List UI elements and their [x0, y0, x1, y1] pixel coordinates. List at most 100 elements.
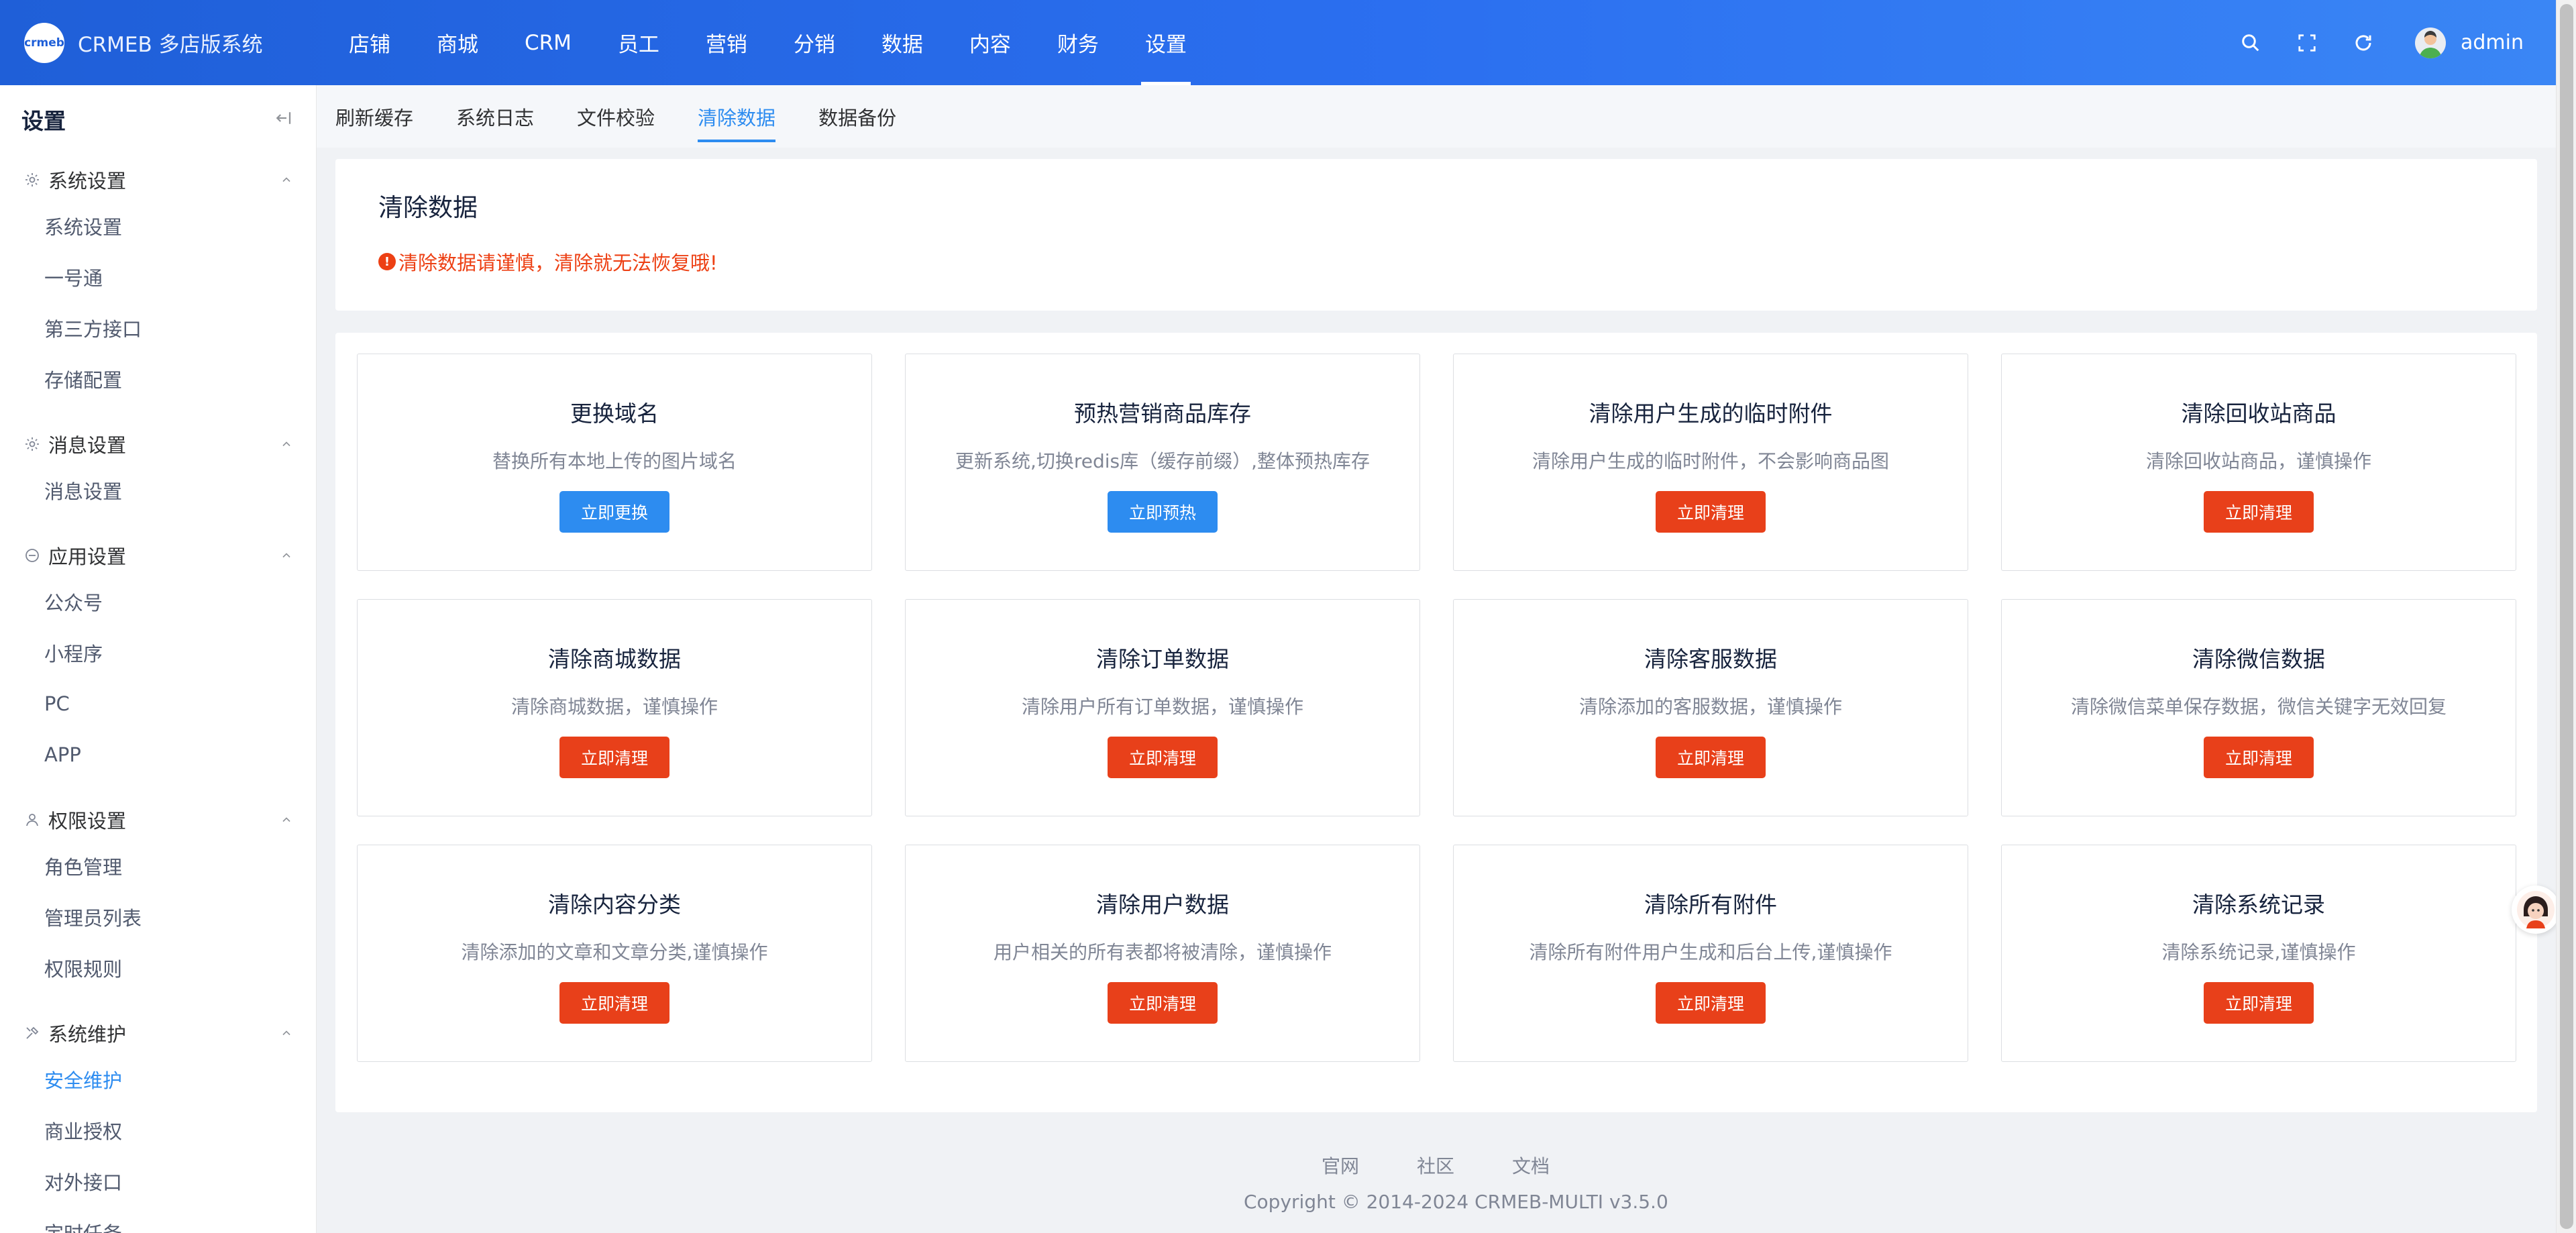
sidebar-group-label: 消息设置 [48, 434, 127, 457]
footer-link-community[interactable]: 社区 [1417, 1152, 1454, 1179]
footer-link-official[interactable]: 官网 [1322, 1152, 1359, 1179]
top-nav-item[interactable]: 财务 [1037, 0, 1119, 85]
card-title: 清除客服数据 [1644, 646, 1777, 672]
chevron-up-icon[interactable] [280, 168, 293, 191]
sidebar-item[interactable]: 对外接口 [44, 1156, 189, 1207]
app-logo[interactable]: crmeb CRMEB 多店版系统 [24, 22, 329, 63]
maintenance-tabs: 刷新缓存 系统日志 文件校验 清除数据 数据备份 [317, 85, 2556, 148]
sidebar-item[interactable]: 定时任务 [44, 1207, 189, 1233]
sidebar-item[interactable]: 商业授权 [44, 1105, 189, 1156]
tab[interactable]: 清除数据 [698, 85, 776, 148]
card-action-button[interactable]: 立即清理 [1655, 982, 1766, 1024]
tab[interactable]: 数据备份 [818, 85, 896, 148]
clear-data-card: 清除系统记录 清除系统记录,谨慎操作 立即清理 [2001, 845, 2516, 1062]
customer-service-avatar[interactable] [2512, 886, 2560, 934]
card-action-button[interactable]: 立即清理 [1655, 737, 1766, 778]
tab[interactable]: 文件校验 [577, 85, 655, 148]
clear-data-grid: 更换域名 替换所有本地上传的图片域名 立即更换 预热营销商品库存 更新系统,切换redi… [357, 354, 2516, 1062]
fullscreen-icon[interactable] [2296, 32, 2318, 54]
avatar[interactable] [2415, 27, 2446, 58]
card-action-button[interactable]: 立即清理 [2203, 982, 2314, 1024]
app-icon [23, 546, 42, 565]
clear-data-card: 清除订单数据 清除用户所有订单数据，谨慎操作 立即清理 [905, 599, 1420, 816]
warning-text: 清除数据请谨慎，清除就无法恢复哦! [398, 252, 718, 274]
chevron-up-icon[interactable] [280, 544, 293, 567]
sidebar-group-items: 安全维护商业授权对外接口定时任务 [0, 1054, 316, 1233]
card-title: 清除微信数据 [2192, 646, 2325, 672]
sidebar-group-header[interactable]: 权限设置 [0, 799, 316, 841]
top-nav-item[interactable]: 店铺 [329, 0, 411, 85]
notice-card: 清除数据 ! 清除数据请谨慎，清除就无法恢复哦! [335, 159, 2537, 311]
sidebar-item[interactable]: APP [44, 729, 189, 780]
card-action-button[interactable]: 立即清理 [1655, 491, 1766, 533]
card-description: 清除添加的客服数据，谨慎操作 [1578, 696, 1842, 718]
top-nav-item[interactable]: 数据 [861, 0, 943, 85]
sidebar-group-items: 系统设置 一号通 第三方接口 存储配置 [0, 201, 316, 418]
tab[interactable]: 系统日志 [456, 85, 534, 148]
warning-icon: ! [378, 253, 396, 270]
card-action-button[interactable]: 立即清理 [2203, 491, 2314, 533]
chevron-up-icon[interactable] [280, 1022, 293, 1044]
scrollbar-thumb[interactable] [2560, 4, 2573, 1229]
card-title: 清除用户生成的临时附件 [1589, 400, 1833, 427]
gear-icon [23, 435, 42, 453]
sidebar-group-items: 公众号 小程序 PC APP [0, 576, 316, 794]
top-nav-item[interactable]: 设置 [1125, 0, 1207, 85]
sidebar-item[interactable]: PC [44, 678, 189, 729]
sidebar-item[interactable]: 一号通 [44, 252, 189, 303]
sidebar-item[interactable]: 消息设置 [44, 465, 189, 516]
sidebar-group-header[interactable]: 系统设置 [0, 159, 316, 201]
clear-data-card: 清除回收站商品 清除回收站商品，谨慎操作 立即清理 [2001, 354, 2516, 571]
top-nav-item[interactable]: CRM [504, 0, 592, 85]
card-action-button[interactable]: 立即清理 [559, 737, 669, 778]
top-nav-item[interactable]: 商城 [417, 0, 498, 85]
footer-link-docs[interactable]: 文档 [1512, 1152, 1550, 1179]
clear-data-card: 清除用户生成的临时附件清除用户生成的临时附件，不会影响商品图立即清理 [1453, 354, 1968, 571]
chevron-up-icon[interactable] [280, 433, 293, 455]
refresh-icon[interactable] [2352, 32, 2375, 54]
sidebar-item[interactable]: 存储配置 [44, 354, 189, 405]
card-action-button[interactable]: 立即清理 [2203, 737, 2314, 778]
logo-mark: crmeb [24, 22, 64, 63]
card-action-button[interactable]: 立即预热 [1107, 491, 1218, 533]
chevron-up-icon[interactable] [280, 808, 293, 831]
top-nav-item[interactable]: 内容 [949, 0, 1031, 85]
sidebar-item[interactable]: 安全维护 [44, 1054, 189, 1105]
sidebar-item[interactable]: 小程序 [44, 627, 189, 678]
sidebar-item[interactable]: 权限规则 [44, 943, 189, 994]
sidebar-item[interactable]: 角色管理 [44, 841, 189, 892]
app-title: CRMEB 多店版系统 [78, 33, 263, 57]
sidebar-group-header[interactable]: 消息设置 [0, 423, 316, 465]
sidebar-group-header[interactable]: 系统维护 [0, 1012, 316, 1054]
card-action-button[interactable]: 立即更换 [559, 491, 669, 533]
card-description: 清除微信菜单保存数据，微信关键字无效回复 [2070, 696, 2447, 718]
user-name[interactable]: admin [2461, 31, 2524, 54]
sidebar-item[interactable]: 第三方接口 [44, 303, 189, 354]
card-title: 清除系统记录 [2192, 892, 2325, 918]
sidebar: 设置 系统设置 系统设置 一号通 第三方接口 存储配置 消息设置 消息设置 应用设置 公众号 小程… [0, 85, 317, 1233]
sidebar-menu: 系统设置 系统设置 一号通 第三方接口 存储配置 消息设置 消息设置 应用设置 公众号 小程序 PC… [0, 159, 316, 1233]
sidebar-group-header[interactable]: 应用设置 [0, 535, 316, 576]
header-actions: admin [2206, 27, 2556, 58]
sidebar-item[interactable]: 管理员列表 [44, 892, 189, 943]
clear-data-panel: 更换域名 替换所有本地上传的图片域名 立即更换 预热营销商品库存 更新系统,切换redi… [335, 333, 2537, 1112]
user-icon [23, 810, 42, 829]
card-description: 清除用户生成的临时附件，不会影响商品图 [1532, 450, 1889, 472]
card-action-button[interactable]: 立即清理 [1107, 737, 1218, 778]
card-title: 更换域名 [570, 400, 659, 427]
sidebar-item[interactable]: 系统设置 [44, 201, 189, 252]
top-nav-item[interactable]: 营销 [686, 0, 767, 85]
tab[interactable]: 刷新缓存 [335, 85, 413, 148]
sidebar-item[interactable]: 公众号 [44, 576, 189, 627]
search-icon[interactable] [2239, 32, 2262, 54]
page-scrollbar[interactable] [2556, 0, 2576, 1233]
collapse-sidebar-icon[interactable] [273, 108, 293, 131]
card-action-button[interactable]: 立即清理 [559, 982, 669, 1024]
card-description: 清除所有附件用户生成和后台上传,谨慎操作 [1529, 941, 1892, 963]
top-nav-item[interactable]: 员工 [598, 0, 680, 85]
top-nav-item[interactable]: 分销 [773, 0, 855, 85]
clear-data-card: 预热营销商品库存 更新系统,切换redis库（缓存前缀）,整体预热库存 立即预热 [905, 354, 1420, 571]
sidebar-group-label: 系统设置 [48, 170, 127, 193]
card-title: 清除商城数据 [548, 646, 681, 672]
card-action-button[interactable]: 立即清理 [1107, 982, 1218, 1024]
